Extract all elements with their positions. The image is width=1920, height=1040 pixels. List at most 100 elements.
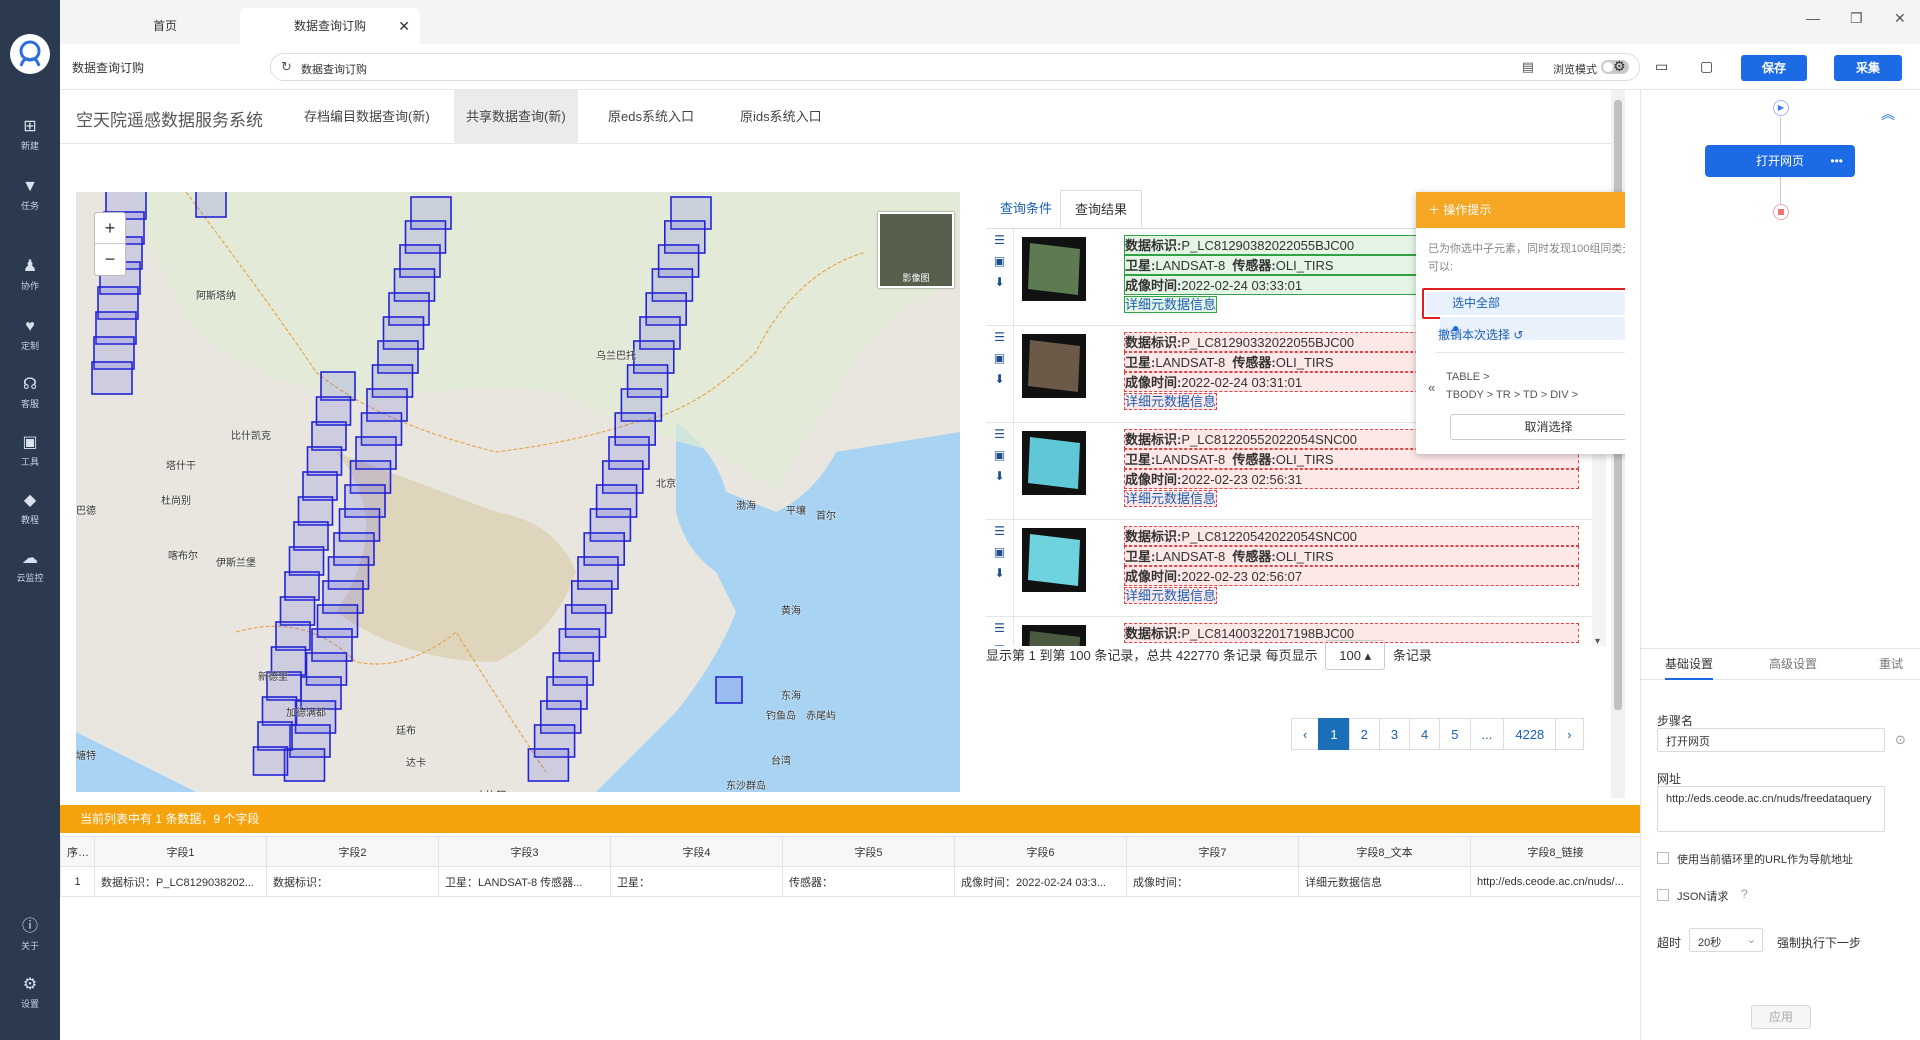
column-header[interactable]: 字段8_文本 xyxy=(1298,836,1471,867)
tab-query-conditions[interactable]: 查询条件 xyxy=(986,190,1066,228)
refresh-icon[interactable]: ↻ xyxy=(281,59,292,75)
tab-data-query[interactable]: 数据查询订购 ✕ xyxy=(240,8,420,44)
sidebar-item-settings[interactable]: ⚙ 设置 xyxy=(0,976,60,1010)
scene-thumbnail[interactable] xyxy=(1022,237,1086,301)
tab-retry[interactable]: 重试 xyxy=(1879,649,1903,680)
list-icon[interactable]: ☰ xyxy=(986,231,1013,250)
metadata-link[interactable]: 详细元数据信息 xyxy=(1124,587,1218,604)
footprint-rect[interactable] xyxy=(527,748,570,782)
result-row[interactable]: ☰ ▣ ⬇ 数据标识:P_LC81220542022054SNC00 卫星:LANDSA… xyxy=(986,520,1592,617)
page-button[interactable]: 1 xyxy=(1318,718,1350,750)
select-all-button[interactable]: 选中全部 ● xyxy=(1422,288,1625,340)
page-button[interactable]: 2 xyxy=(1348,718,1380,750)
tab-basic-settings[interactable]: 基础设置 xyxy=(1665,649,1714,680)
help-icon[interactable]: ? xyxy=(1741,887,1748,901)
page-button[interactable]: 4 xyxy=(1409,718,1441,750)
footprint-rect[interactable] xyxy=(315,396,352,426)
table-cell[interactable]: 数据标识： xyxy=(266,866,439,897)
sidebar-item-support[interactable]: ☊ 客服 xyxy=(0,376,60,410)
footprint-rect[interactable] xyxy=(306,446,343,476)
table-row[interactable]: 1 数据标识：P_LC8129038202... 数据标识： 卫星：LANDSAT-8… xyxy=(60,866,1641,897)
page-button[interactable]: › xyxy=(1555,718,1584,750)
footprint-rect[interactable] xyxy=(288,546,325,576)
column-header[interactable]: 字段6 xyxy=(954,836,1127,867)
chevron-left-icon[interactable]: « xyxy=(1428,380,1435,395)
table-cell[interactable]: 成像时间： xyxy=(1126,866,1299,897)
list-icon[interactable]: ☰ xyxy=(986,328,1013,347)
page-button[interactable]: 4228 xyxy=(1503,718,1557,750)
metadata-link[interactable]: 详细元数据信息 xyxy=(1124,296,1218,313)
list-icon[interactable]: ☰ xyxy=(986,425,1013,444)
url-textarea[interactable]: http://eds.ceode.ac.cn/nuds/freedataquer… xyxy=(1657,786,1885,832)
more-icon[interactable]: ••• xyxy=(1830,145,1843,177)
table-cell[interactable]: 传感器： xyxy=(782,866,955,897)
close-icon[interactable]: ✕ xyxy=(398,8,410,44)
panel-icon[interactable]: ▢ xyxy=(1700,58,1713,75)
play-icon[interactable]: ▶ xyxy=(1773,100,1789,116)
image-icon[interactable]: ▣ xyxy=(986,252,1013,271)
page-button[interactable]: ... xyxy=(1469,718,1505,750)
json-request-checkbox[interactable] xyxy=(1657,889,1669,901)
sidebar-item-task[interactable]: ▼ 任务 xyxy=(0,178,60,212)
column-header[interactable]: 字段8_链接 xyxy=(1470,836,1641,867)
layout-icon[interactable]: ▭ xyxy=(1655,58,1668,75)
footprint-rect[interactable] xyxy=(257,721,293,751)
collect-button[interactable]: 采集 xyxy=(1834,55,1902,81)
table-cell[interactable]: 卫星： xyxy=(610,866,783,897)
page-button[interactable]: 3 xyxy=(1378,718,1411,750)
nav-old-ids[interactable]: 原ids系统入口 xyxy=(728,90,834,144)
tab-query-results[interactable]: 查询结果 xyxy=(1060,190,1143,228)
list-icon[interactable]: ☰ xyxy=(986,619,1013,638)
page-size-select[interactable]: 100 ▴ xyxy=(1325,640,1386,670)
image-icon[interactable]: ▣ xyxy=(986,349,1013,368)
footprint-rect[interactable] xyxy=(283,748,326,782)
nav-old-eds[interactable]: 原eds系统入口 xyxy=(596,90,706,144)
table-cell[interactable]: 成像时间：2022-02-24 03:3... xyxy=(954,866,1127,897)
tab-home[interactable]: 首页 xyxy=(100,8,230,44)
image-icon[interactable]: ▣ xyxy=(986,446,1013,465)
footprint-rect[interactable] xyxy=(297,496,334,526)
zoom-in-button[interactable]: + xyxy=(95,213,125,244)
basemap-switcher[interactable]: 影像图 xyxy=(878,212,954,288)
footprint-rect[interactable] xyxy=(279,596,316,626)
footprint-rect[interactable] xyxy=(302,471,338,501)
nav-archive-query[interactable]: 存档编目数据查询(新) xyxy=(292,90,442,144)
table-cell[interactable]: 1 xyxy=(60,866,95,897)
sidebar-item-collab[interactable]: ♟ 协作 xyxy=(0,258,60,292)
zoom-out-button[interactable]: − xyxy=(95,244,125,275)
image-icon[interactable]: ▣ xyxy=(986,543,1013,562)
sidebar-item-new[interactable]: ⊞ 新建 xyxy=(0,118,60,152)
app-logo[interactable] xyxy=(10,34,50,74)
table-cell[interactable]: 详细元数据信息 xyxy=(1298,866,1471,897)
sidebar-item-about[interactable]: ⓘ 关于 xyxy=(0,918,60,952)
column-header[interactable]: 字段4 xyxy=(610,836,783,867)
map-view[interactable]: 阿斯塔纳乌兰巴托比什凯克塔什干杜尚别巴德喀布尔伊斯兰堡新德里加德满都廷布达卡内比… xyxy=(76,192,960,792)
column-header[interactable]: 字段3 xyxy=(438,836,611,867)
column-header[interactable]: 字段2 xyxy=(266,836,439,867)
document-icon[interactable]: ▤ xyxy=(1522,59,1534,75)
footprint-rect[interactable] xyxy=(252,746,289,776)
download-icon[interactable]: ⬇ xyxy=(986,370,1013,389)
footprint-rect[interactable] xyxy=(311,421,347,451)
metadata-link[interactable]: 详细元数据信息 xyxy=(1124,490,1218,507)
nav-shared-query[interactable]: 共享数据查询(新) xyxy=(454,90,578,144)
page-button[interactable]: ‹ xyxy=(1291,718,1320,750)
maximize-icon[interactable]: ❐ xyxy=(1850,10,1863,27)
stop-icon[interactable] xyxy=(1773,204,1789,220)
flow-node-open-page[interactable]: 打开网页 ••• xyxy=(1705,145,1855,177)
sidebar-item-custom[interactable]: ♥ 定制 xyxy=(0,318,60,352)
timeout-select[interactable]: 20秒 ⌄ xyxy=(1689,928,1763,952)
use-loop-url-checkbox[interactable] xyxy=(1657,852,1669,864)
footprint-rect[interactable] xyxy=(293,521,329,551)
window-close-icon[interactable]: ✕ xyxy=(1894,10,1906,27)
metadata-link[interactable]: 详细元数据信息 xyxy=(1124,393,1218,410)
column-header[interactable]: 字段5 xyxy=(782,836,955,867)
footprint-rect[interactable] xyxy=(91,361,133,395)
cancel-selection-button[interactable]: 取消选择 xyxy=(1450,414,1625,440)
scene-thumbnail[interactable] xyxy=(1022,431,1086,495)
element-path[interactable]: TABLE > TBODY > TR > TD > DIV > xyxy=(1446,368,1578,404)
sidebar-item-cloud[interactable]: ☁ 云监控 xyxy=(0,550,60,584)
column-header[interactable]: 字段1 xyxy=(94,836,267,867)
apply-button[interactable]: 应用 xyxy=(1751,1005,1811,1029)
table-cell[interactable]: 卫星：LANDSAT-8 传感器... xyxy=(438,866,611,897)
